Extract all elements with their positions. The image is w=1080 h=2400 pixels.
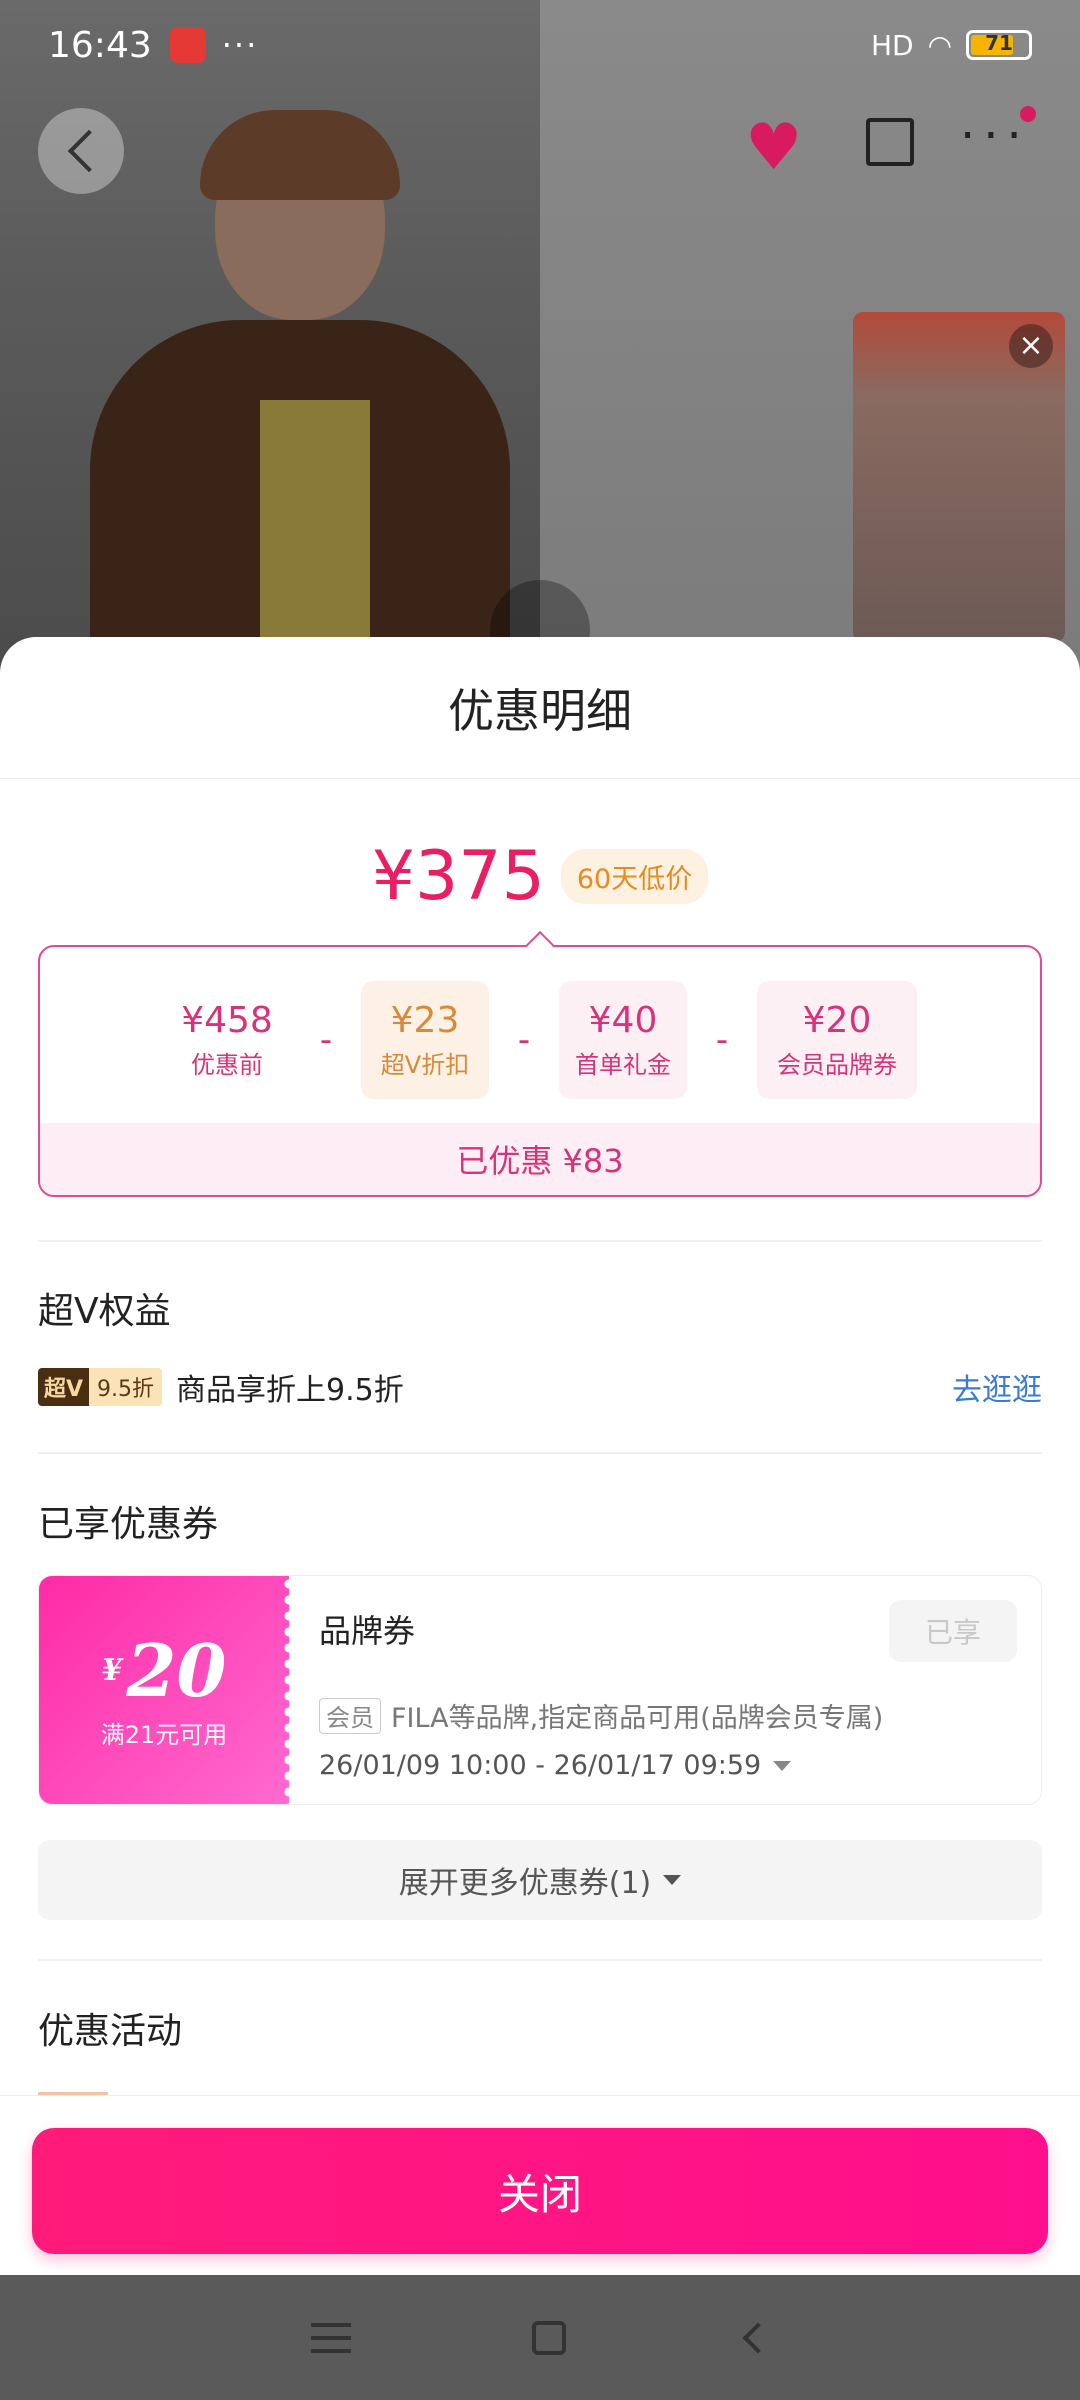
breakdown-chaov: ¥23 超V折扣 bbox=[361, 981, 489, 1099]
wifi-icon: ◠ bbox=[927, 28, 952, 62]
breakdown-label: 超V折扣 bbox=[380, 1051, 470, 1079]
floating-video[interactable]: × bbox=[853, 312, 1065, 642]
breakdown-value: ¥40 bbox=[588, 1000, 658, 1041]
coupon-amount-panel: ¥20 满21元可用 bbox=[39, 1576, 295, 1804]
coupon-description: 会员 FILA等品牌,指定商品可用(品牌会员专属) bbox=[319, 1696, 883, 1735]
notification-dot bbox=[1020, 106, 1036, 122]
divider bbox=[38, 1240, 1042, 1242]
expand-more-coupons-button[interactable]: 展开更多优惠券(1) bbox=[38, 1840, 1042, 1920]
product-background: × bbox=[0, 0, 1080, 700]
chaov-section-title: 超V权益 bbox=[38, 1291, 171, 1332]
member-tag: 会员 bbox=[319, 1697, 381, 1734]
chaov-badge: 超V 9.5折 bbox=[38, 1368, 163, 1406]
more-icon[interactable]: ··· bbox=[960, 108, 1030, 164]
coupon-desc-text: FILA等品牌,指定商品可用(品牌会员专属) bbox=[391, 1703, 884, 1734]
total-saved: 已优惠 ¥83 bbox=[40, 1123, 1040, 1195]
status-bar: 16:43 ··· HD ◠ 71 bbox=[0, 0, 1080, 90]
divider bbox=[38, 1452, 1042, 1454]
final-price: ¥375 bbox=[371, 837, 545, 916]
chaov-badge-label: 超V bbox=[38, 1368, 90, 1406]
close-icon[interactable]: × bbox=[1009, 324, 1053, 368]
coupon-condition: 满21元可用 bbox=[100, 1720, 228, 1749]
home-icon[interactable] bbox=[531, 2320, 566, 2355]
minus-sign: - bbox=[517, 1020, 531, 1060]
discount-details-sheet: 优惠明细 ¥375 60天低价 ¥458 优惠前 - ¥23 超V折扣 - ¥4… bbox=[0, 637, 1080, 2275]
back-icon[interactable] bbox=[742, 2321, 774, 2354]
close-bar: 关闭 bbox=[0, 2095, 1080, 2275]
minus-sign: - bbox=[715, 1020, 729, 1060]
breakdown-items: ¥458 优惠前 - ¥23 超V折扣 - ¥40 首单礼金 - ¥20 会员品… bbox=[40, 981, 1040, 1099]
app-notification-icon bbox=[169, 27, 206, 63]
product-image-model bbox=[0, 0, 540, 700]
coupon-date-text: 26/01/09 10:00 - 26/01/17 09:59 bbox=[319, 1750, 762, 1781]
close-button[interactable]: 关闭 bbox=[32, 2128, 1048, 2254]
chaov-benefit-row: 超V 9.5折 商品享折上9.5折 去逛逛 bbox=[38, 1365, 1042, 1409]
share-icon[interactable] bbox=[866, 118, 914, 166]
system-nav-bar bbox=[0, 2275, 1080, 2400]
final-price-row: ¥375 60天低价 bbox=[0, 837, 1080, 916]
breakdown-first-order: ¥40 首单礼金 bbox=[559, 981, 687, 1099]
breakdown-value: ¥458 bbox=[181, 1000, 273, 1041]
minus-sign: - bbox=[319, 1020, 333, 1060]
breakdown-value: ¥20 bbox=[802, 1000, 872, 1041]
back-button[interactable] bbox=[38, 108, 124, 194]
price-breakdown: ¥458 优惠前 - ¥23 超V折扣 - ¥40 首单礼金 - ¥20 会员品… bbox=[38, 945, 1042, 1197]
battery-level: 71 bbox=[985, 31, 1013, 55]
heart-icon[interactable]: ♥ bbox=[745, 112, 802, 184]
menu-icon[interactable] bbox=[310, 2322, 351, 2353]
breakdown-value: ¥23 bbox=[390, 1000, 460, 1041]
sheet-title: 优惠明细 bbox=[0, 637, 1080, 779]
activities-section-title: 优惠活动 bbox=[38, 2011, 183, 2052]
chevron-down-icon bbox=[773, 1760, 792, 1771]
coupon-currency: ¥ bbox=[101, 1652, 123, 1688]
coupon-name: 品牌券 bbox=[319, 1612, 416, 1650]
coupon-status-button: 已享 bbox=[889, 1600, 1017, 1662]
status-right: HD ◠ 71 bbox=[871, 29, 1032, 62]
battery-icon: 71 bbox=[966, 30, 1032, 60]
divider bbox=[38, 1959, 1042, 1961]
status-time: 16:43 bbox=[48, 24, 152, 66]
breakdown-brand-coupon: ¥20 会员品牌券 bbox=[757, 981, 917, 1099]
more-notifications-icon: ··· bbox=[221, 26, 259, 64]
coupon-amount-value: 20 bbox=[126, 1627, 227, 1713]
expand-label: 展开更多优惠券(1) bbox=[398, 1866, 652, 1901]
chaov-badge-discount: 9.5折 bbox=[89, 1368, 163, 1406]
browse-link[interactable]: 去逛逛 bbox=[952, 1365, 1042, 1409]
breakdown-original: ¥458 优惠前 bbox=[163, 981, 291, 1099]
low-price-badge: 60天低价 bbox=[560, 849, 709, 904]
coupons-section-title: 已享优惠券 bbox=[38, 1504, 219, 1545]
model-cap bbox=[200, 110, 400, 200]
breakdown-label: 优惠前 bbox=[191, 1051, 263, 1079]
coupon-card[interactable]: ¥20 满21元可用 品牌券 已享 会员 FILA等品牌,指定商品可用(品牌会员… bbox=[38, 1575, 1042, 1805]
breakdown-label: 会员品牌券 bbox=[777, 1051, 897, 1079]
breakdown-label: 首单礼金 bbox=[575, 1051, 671, 1079]
signal-icon: HD bbox=[870, 28, 914, 62]
model-shirt bbox=[260, 400, 370, 650]
coupon-validity[interactable]: 26/01/09 10:00 - 26/01/17 09:59 bbox=[319, 1750, 792, 1781]
chevron-down-icon bbox=[663, 1875, 682, 1885]
chaov-benefit-text: 商品享折上9.5折 bbox=[176, 1373, 404, 1408]
coupon-amount: ¥20 bbox=[101, 1632, 226, 1709]
